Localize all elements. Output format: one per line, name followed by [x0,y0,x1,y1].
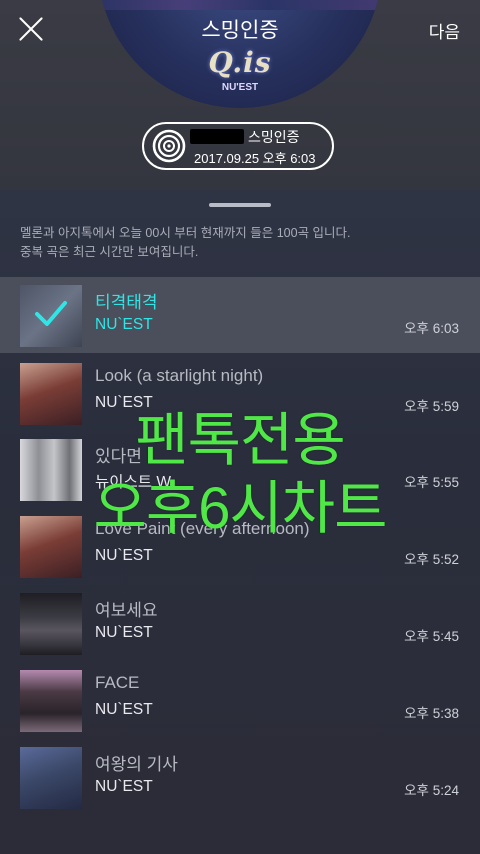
album-thumbnail [20,285,82,347]
redacted-name [190,129,244,144]
album-brand: NU'EST [221,82,259,93]
streaming-cert-badge: 스밍인증 2017.09.25 오후 6:03 [142,122,334,170]
info-line-2: 중복 곡은 최근 시간만 보여집니다. [20,245,199,259]
album-thumbnail [20,363,82,425]
track-time: 오후 5:38 [404,706,459,721]
track-title: 있다면 [95,447,142,466]
album-thumbnail [20,670,82,732]
info-text: 멜론과 아지톡에서 오늘 00시 부터 현재까지 들은 100곡 입니다. 중복… [20,224,460,262]
album-logo: Q.is [208,46,272,79]
cert-datetime: 2017.09.25 오후 6:03 [194,151,316,166]
album-thumbnail [20,439,82,501]
cd-icon [152,129,186,163]
track-row[interactable]: 있다면 뉴이스트 W 오후 5:55 [0,431,480,507]
album-thumbnail [20,593,82,655]
track-artist: NU`EST [95,778,153,795]
track-panel: 멜론과 아지톡에서 오늘 00시 부터 현재까지 들은 100곡 입니다. 중복… [0,190,480,854]
track-artist: NU`EST [95,394,153,411]
track-title: FACE [95,673,140,692]
track-time: 오후 6:03 [404,321,459,336]
info-line-1: 멜론과 아지톡에서 오늘 00시 부터 현재까지 들은 100곡 입니다. [20,226,351,240]
track-artist: NU`EST [95,624,153,641]
album-art-members [98,0,382,10]
track-time: 오후 5:45 [404,629,459,644]
drag-handle[interactable] [209,203,271,207]
track-row[interactable]: FACE NU`EST 오후 5:38 [0,662,480,738]
track-time: 오후 5:55 [404,475,459,490]
track-title: Love Paint (every afternoon) [95,519,310,538]
track-time: 오후 5:24 [404,783,459,798]
next-button[interactable]: 다음 [429,18,460,43]
album-thumbnail [20,516,82,578]
track-row[interactable]: Look (a starlight night) NU`EST 오후 5:59 [0,355,480,431]
track-row[interactable]: 여왕의 기사 NU`EST 오후 5:24 [0,739,480,815]
track-time: 오후 5:52 [404,552,459,567]
track-row[interactable]: Love Paint (every afternoon) NU`EST 오후 5… [0,508,480,584]
check-icon [35,301,67,326]
cert-label: 스밍인증 [248,129,300,145]
track-title: 티격태격 [95,293,158,312]
track-artist: 뉴이스트 W [95,474,171,491]
track-artist: NU`EST [95,547,153,564]
track-title: 여왕의 기사 [95,755,178,774]
track-title: Look (a starlight night) [95,366,264,385]
track-time: 오후 5:59 [404,399,459,414]
track-row[interactable]: 티격태격 NU`EST 오후 6:03 [0,277,480,353]
track-artist: NU`EST [95,316,153,333]
track-title: 여보세요 [95,601,158,620]
track-artist: NU`EST [95,701,153,718]
track-row[interactable]: 여보세요 NU`EST 오후 5:45 [0,585,480,661]
album-thumbnail [20,747,82,809]
page-title: 스밍인증 [201,19,279,42]
header-area: Q.is NU'EST 스밍인증 다음 스밍인증 2017.09.25 오후 6… [0,0,480,190]
